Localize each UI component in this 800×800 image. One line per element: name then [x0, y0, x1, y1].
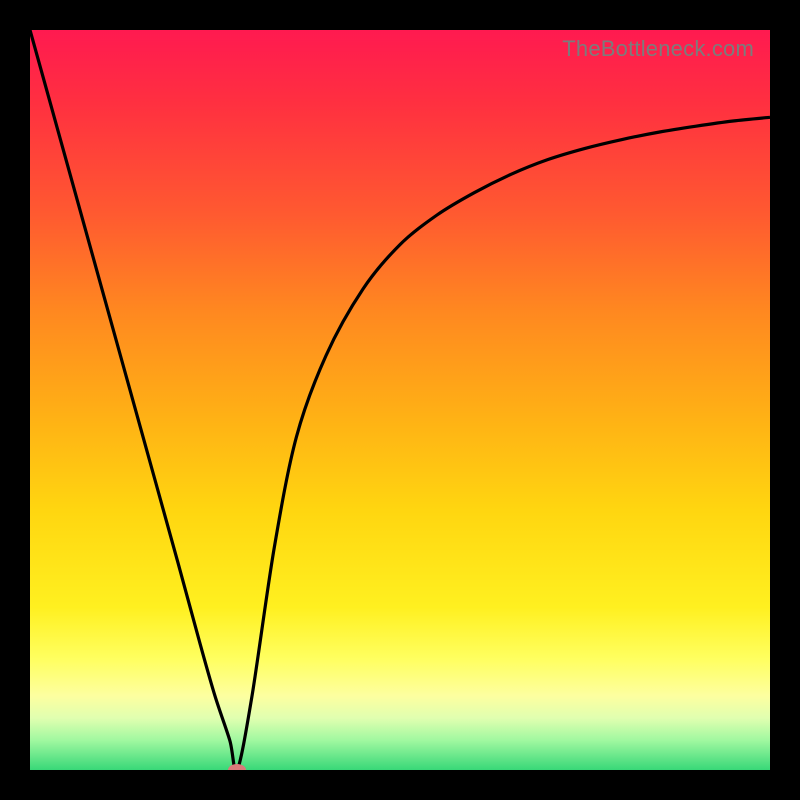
- chart-plot-area: TheBottleneck.com: [30, 30, 770, 770]
- chart-frame: TheBottleneck.com: [0, 0, 800, 800]
- curve-svg: [30, 30, 770, 770]
- minimum-marker: [228, 764, 246, 770]
- attribution-text: TheBottleneck.com: [562, 36, 754, 62]
- curve-path: [30, 30, 770, 770]
